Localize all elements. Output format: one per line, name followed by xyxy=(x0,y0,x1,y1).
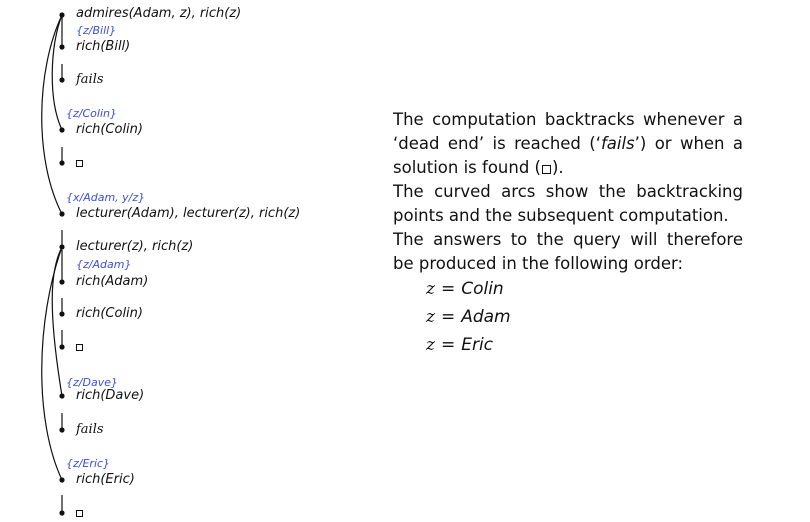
node-dot xyxy=(59,311,65,317)
answer-equals: = xyxy=(440,335,456,355)
node-dot xyxy=(59,393,65,399)
node-label: rich(Bill) xyxy=(76,39,131,54)
answer-value: Eric xyxy=(461,335,494,355)
answer-value: Colin xyxy=(461,279,504,299)
success-box-icon xyxy=(76,510,83,517)
node-dot xyxy=(59,510,65,516)
node-dot xyxy=(59,77,65,83)
node-label: rich(Adam) xyxy=(76,274,149,289)
explanation-paragraph: The answers to the query will therefore … xyxy=(393,230,743,273)
backtrack-arc xyxy=(51,14,63,131)
node-dot xyxy=(59,127,65,133)
node-label: rich(Dave) xyxy=(76,388,145,403)
fails-term: fails xyxy=(600,134,635,153)
success-box-icon xyxy=(76,160,83,167)
node-label: rich(Eric) xyxy=(76,472,135,487)
node-label: admires(Adam, z), rich(z) xyxy=(76,6,242,21)
node-dot xyxy=(59,279,65,285)
node-label: rich(Colin) xyxy=(76,122,143,137)
substitution: {z/Eric} xyxy=(66,457,111,470)
answer-item: z = Eric xyxy=(426,332,743,360)
sld-tree-lines xyxy=(41,12,65,516)
explanation-text: The computation backtracks whenever a ‘d… xyxy=(393,108,743,360)
substitution: {z/Bill} xyxy=(76,24,117,37)
node-dot xyxy=(59,477,65,483)
answer-equals: = xyxy=(440,307,456,327)
answer-item: z = Adam xyxy=(426,304,743,332)
substitution: {z/Colin} xyxy=(66,107,117,120)
node-label: lecturer(Adam), lecturer(z), rich(z) xyxy=(76,206,301,221)
success-box-icon xyxy=(541,165,551,174)
answer-variable: z xyxy=(426,307,435,327)
node-label-fails: fails xyxy=(76,422,104,437)
node-label: rich(Colin) xyxy=(76,306,143,321)
substitution: {z/Adam} xyxy=(76,258,132,271)
answer-value: Adam xyxy=(461,307,511,327)
backtrack-arc xyxy=(41,14,63,215)
explanation-paragraph: The curved arcs show the backtracking po… xyxy=(393,182,743,225)
node-dot xyxy=(59,244,65,250)
node-label-fails: fails xyxy=(76,72,104,87)
answer-list: z = Colin z = Adam z = Eric xyxy=(426,276,743,360)
explanation-paragraph: The computation backtracks whenever a ‘d… xyxy=(393,108,743,180)
node-dot xyxy=(59,211,65,217)
success-box-icon xyxy=(76,344,83,351)
backtrack-arc xyxy=(51,246,63,397)
node-label: lecturer(z), rich(z) xyxy=(76,239,194,254)
node-dot xyxy=(59,12,65,18)
answer-equals: = xyxy=(440,279,456,299)
answer-variable: z xyxy=(426,279,435,299)
answer-variable: z xyxy=(426,335,435,355)
substitution: {z/Dave} xyxy=(66,376,118,389)
substitution: {x/Adam, y/z} xyxy=(66,191,146,204)
answer-item: z = Colin xyxy=(426,276,743,304)
node-dot xyxy=(59,427,65,433)
node-dot xyxy=(59,44,65,50)
backtrack-arc xyxy=(41,246,63,481)
text-run: ). xyxy=(551,158,564,177)
node-dot xyxy=(59,344,65,350)
node-dot xyxy=(59,160,65,166)
